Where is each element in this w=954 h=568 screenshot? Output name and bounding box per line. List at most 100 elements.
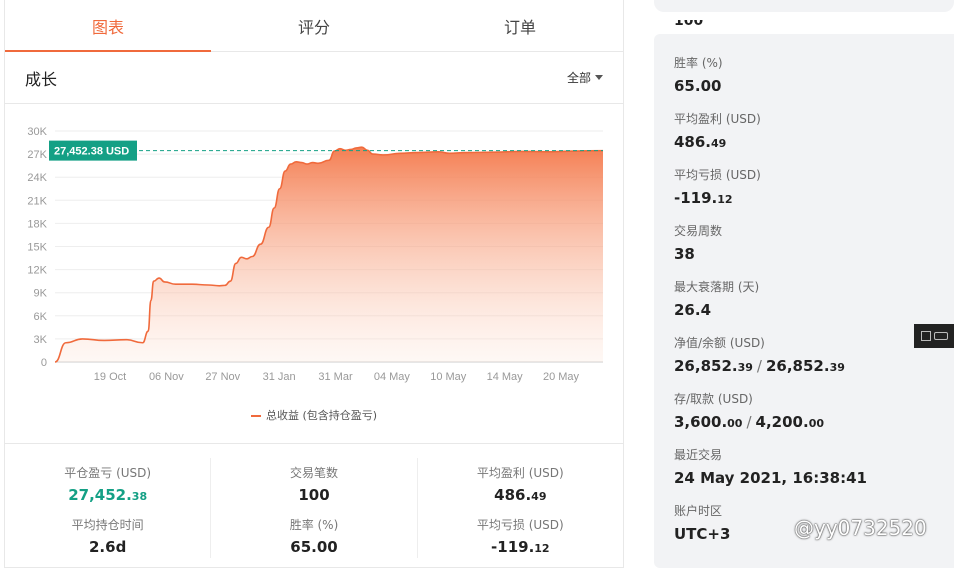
y-tick-label: 18K: [27, 218, 47, 230]
y-tick-label: 21K: [27, 195, 47, 207]
detail-max-drawdown-period: 最大衰落期 (天) 26.4: [674, 258, 954, 319]
stat-value: 65.00: [290, 538, 338, 556]
y-tick-label: 0: [41, 357, 47, 369]
stats-column-3: 平均盈利 (USD) 486.49 平均亏损 (USD) -119.12: [418, 458, 623, 558]
y-tick-label: 24K: [27, 172, 47, 184]
stat-label: 平均亏损 (USD): [476, 518, 564, 532]
growth-title: 成长: [25, 69, 58, 89]
tab-rating[interactable]: 评分: [211, 0, 417, 51]
detail-value-main: 26,852.: [674, 357, 738, 375]
stat-value-small: 12: [534, 542, 550, 555]
x-tick-label: 20 May: [543, 371, 580, 383]
stat-value-small: 49: [531, 490, 547, 503]
stat-value-main: 486.: [494, 486, 532, 504]
detail-value-main: 3,600.: [674, 413, 728, 431]
growth-area: [55, 147, 603, 362]
detail-value-main: -119.: [674, 189, 718, 207]
detail-label: 平均亏损 (USD): [674, 168, 761, 182]
separator: /: [756, 357, 762, 375]
legend-swatch: [250, 415, 261, 417]
detail-last-trade: 最近交易 24 May 2021, 16:38:41: [674, 426, 954, 487]
y-tick-label: 3K: [34, 334, 48, 346]
chart-legend[interactable]: 总收益 (包含持仓盈亏): [5, 407, 623, 423]
detail-avg-loss: 平均亏损 (USD) -119.12: [674, 146, 954, 207]
stat-value: 100: [298, 486, 330, 504]
detail-value-small: 00: [808, 417, 824, 430]
tab-orders[interactable]: 订单: [417, 0, 623, 51]
keyboard-key-icon: [933, 332, 948, 340]
detail-deposit-withdraw: 存/取款 (USD) 3,600.00/4,200.00: [674, 370, 954, 431]
growth-chart: 0 3K 6K 9K 12K 15K 18K 21K 24K 27K 30K 19 Oct 06 No…: [5, 104, 623, 444]
detail-value-small: 49: [711, 137, 727, 150]
watermark: @yy0732520: [794, 516, 927, 540]
y-tick-label: 15K: [27, 242, 47, 254]
right-top-card: [654, 0, 954, 12]
x-tick-label: 10 May: [430, 371, 467, 383]
growth-chart-svg: 0 3K 6K 9K 12K 15K 18K 21K 24K 27K 30K 19 Oct 06 No…: [27, 126, 604, 383]
x-tick-label: 31 Jan: [263, 371, 296, 383]
keyboard-icon[interactable]: [914, 324, 954, 348]
stat-value: -119.12: [491, 538, 550, 556]
growth-header: 成长 全部: [5, 52, 623, 104]
stat-closed-pnl: 平仓盈亏 (USD) 27,452.38: [5, 458, 210, 510]
x-tick-label: 14 May: [487, 371, 524, 383]
x-tick-label: 27 Nov: [205, 371, 240, 383]
x-tick-label: 04 May: [374, 371, 411, 383]
stat-avg-loss: 平均亏损 (USD) -119.12: [418, 510, 623, 562]
stat-value: 2.6d: [89, 538, 127, 556]
detail-label: 平均盈利 (USD): [674, 112, 761, 126]
stat-label: 胜率 (%): [289, 518, 339, 532]
y-tick-label: 27K: [27, 149, 47, 161]
stats-column-1: 平仓盈亏 (USD) 27,452.38 平均持仓时间 2.6d: [5, 458, 212, 558]
growth-panel: 图表 评分 订单 成长 全部 0 3K 6K 9K 12K 15K 18K 21K 24K 27K…: [4, 0, 624, 568]
stat-avg-profit: 平均盈利 (USD) 486.49: [418, 458, 623, 510]
stat-avg-hold-time: 平均持仓时间 2.6d: [5, 510, 210, 562]
truncated-value: 100: [674, 20, 704, 29]
stat-value-small: 38: [131, 490, 148, 503]
detail-label: 净值/余额 (USD): [674, 336, 765, 350]
detail-value-small: 00: [727, 417, 743, 430]
stat-win-rate: 胜率 (%) 65.00: [211, 510, 416, 562]
detail-label: 最近交易: [674, 448, 723, 462]
detail-value-small: 39: [829, 361, 845, 374]
detail-value-small: 12: [717, 193, 733, 206]
summary-stats: 平仓盈亏 (USD) 27,452.38 平均持仓时间 2.6d 交易笔数 10…: [5, 458, 623, 568]
detail-label: 胜率 (%): [674, 56, 723, 70]
detail-value-main: 4,200.: [755, 413, 809, 431]
separator: /: [746, 413, 752, 431]
stat-value: 27,452.38: [68, 486, 147, 504]
stat-label: 平均盈利 (USD): [476, 466, 564, 480]
y-tick-label: 9K: [34, 288, 48, 300]
stats-column-2: 交易笔数 100 胜率 (%) 65.00: [211, 458, 418, 558]
x-tick-label: 19 Oct: [94, 371, 126, 383]
legend-label: 总收益 (包含持仓盈亏): [265, 409, 378, 422]
detail-value-main: 486.: [674, 133, 712, 151]
chevron-down-icon: [595, 75, 603, 80]
tab-chart[interactable]: 图表: [5, 0, 211, 52]
stat-label: 交易笔数: [289, 466, 338, 480]
detail-label: 最大衰落期 (天): [674, 280, 760, 294]
account-details-panel: 胜率 (%) 65.00 平均盈利 (USD) 486.49 平均亏损 (USD…: [654, 34, 954, 568]
stat-value-main: -119.: [491, 538, 535, 556]
stat-label: 平仓盈亏 (USD): [64, 466, 152, 480]
stat-label: 平均持仓时间: [71, 518, 144, 532]
stat-trade-count: 交易笔数 100: [211, 458, 416, 510]
detail-avg-profit: 平均盈利 (USD) 486.49: [674, 90, 954, 151]
y-tick-label: 30K: [27, 126, 47, 138]
x-tick-label: 06 Nov: [149, 371, 184, 383]
x-tick-label: 31 Mar: [318, 371, 353, 383]
detail-trading-weeks: 交易周数 38: [674, 202, 954, 263]
detail-label: 交易周数: [674, 224, 723, 238]
tab-bar: 图表 评分 订单: [5, 0, 623, 52]
grid-icon: [920, 331, 931, 341]
current-value-label: 27,452.38 USD: [54, 146, 129, 158]
detail-value-main: 26,852.: [765, 357, 830, 375]
y-tick-label: 6K: [34, 311, 48, 323]
detail-equity-balance: 净值/余额 (USD) 26,852.39/26,852.39: [674, 314, 954, 375]
detail-label: 存/取款 (USD): [674, 392, 753, 406]
detail-value-small: 39: [737, 361, 753, 374]
y-tick-label: 12K: [27, 265, 47, 277]
range-filter-dropdown[interactable]: 全部: [567, 69, 603, 86]
detail-win-rate: 胜率 (%) 65.00: [674, 34, 954, 95]
range-filter-label: 全部: [566, 71, 591, 85]
